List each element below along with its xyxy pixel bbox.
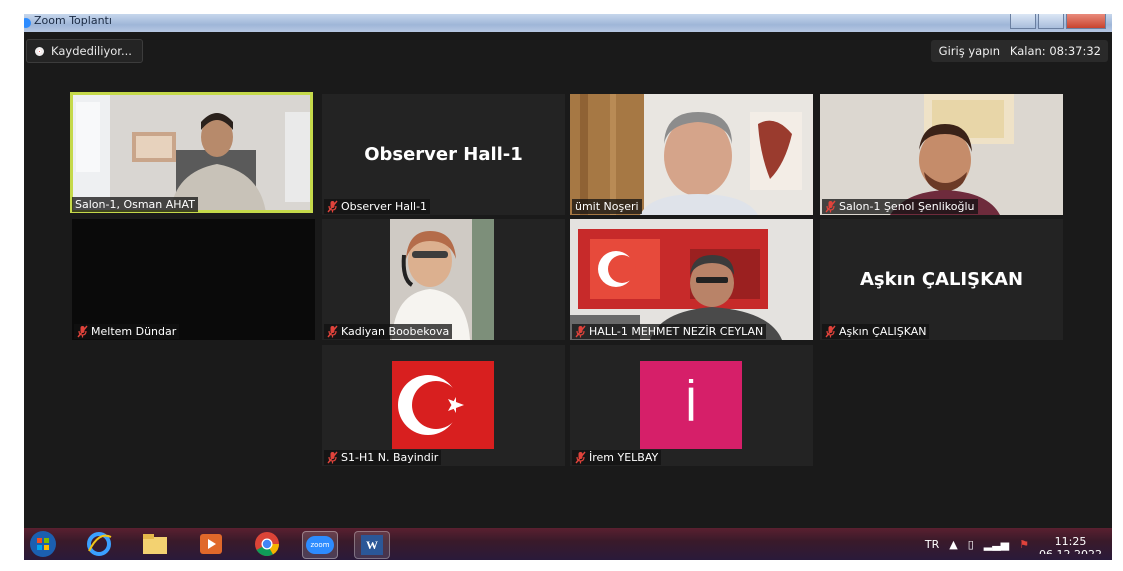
video-tile-umit-noseri[interactable]: ümit Noşeri: [570, 94, 813, 215]
participant-name: Kadiyan Boobekova: [341, 325, 450, 338]
participant-name: Aşkın ÇALIŞKAN: [839, 325, 927, 338]
recording-label: Kaydediliyor...: [51, 44, 132, 58]
meeting-top-bar: Kaydediliyor... Giriş yapın Kalan: 08:37…: [24, 32, 1112, 66]
participant-name: Salon-1, Osman AHAT: [75, 198, 195, 211]
participant-label: Aşkın ÇALIŞKAN: [822, 324, 930, 339]
windows-taskbar: zoom W TR ▲ ▯ ▂▃▅ ⚑ 11:25 06.12.2022: [24, 528, 1112, 560]
mic-muted-icon: [327, 200, 338, 213]
participant-label: HALL-1 MEHMET NEZİR CEYLAN: [572, 324, 767, 339]
video-tile-observer-hall[interactable]: Observer Hall-1 Observer Hall-1: [322, 94, 565, 215]
video-tile-meltem-dundar[interactable]: Meltem Dündar: [72, 219, 315, 340]
word-taskbar-button[interactable]: W: [354, 531, 390, 559]
participant-name: HALL-1 MEHMET NEZİR CEYLAN: [589, 325, 764, 338]
maximize-button[interactable]: [1038, 14, 1064, 29]
word-icon-label: W: [366, 537, 378, 552]
window-controls: [1010, 14, 1106, 30]
start-button[interactable]: [26, 531, 60, 557]
remaining-time: Kalan: 08:37:32: [1002, 40, 1108, 62]
zoom-window: Zoom Toplantı Kaydediliyor... Giriş yapı…: [24, 14, 1112, 560]
participant-name: Salon-1 Şenol Şenlikoğlu: [839, 200, 975, 213]
participant-name: S1-H1 N. Bayindir: [341, 451, 439, 464]
video-tile-kadiyan-boobekova[interactable]: Kadiyan Boobekova: [322, 219, 565, 340]
zoom-icon: zoom: [306, 536, 334, 554]
participant-label: Observer Hall-1: [324, 199, 431, 214]
mic-muted-icon: [825, 325, 836, 338]
turkish-flag-image: [392, 361, 494, 449]
zoom-icon-label: zoom: [310, 541, 330, 549]
participant-label: Meltem Dündar: [74, 324, 180, 339]
participant-label: Kadiyan Boobekova: [324, 324, 453, 339]
flag-error-icon[interactable]: ⚑: [1019, 538, 1029, 551]
video-tile-senol-senlikoglu[interactable]: Salon-1 Şenol Şenlikoğlu: [820, 94, 1063, 215]
mic-muted-icon: [575, 451, 586, 464]
mic-muted-icon: [77, 325, 88, 338]
participant-name: Meltem Dündar: [91, 325, 177, 338]
participant-video: [570, 219, 813, 340]
chrome-icon[interactable]: [250, 531, 284, 557]
participant-video: [70, 92, 313, 213]
zoom-taskbar-button[interactable]: zoom: [302, 531, 338, 559]
participant-display-name: Observer Hall-1: [364, 144, 523, 165]
minimize-button[interactable]: [1010, 14, 1036, 29]
record-dot-icon: [35, 46, 44, 56]
clock[interactable]: 11:25 06.12.2022: [1039, 535, 1102, 554]
participant-name: Observer Hall-1: [341, 200, 428, 213]
media-player-icon[interactable]: [194, 531, 228, 557]
video-tile-mehmet-nezir-ceylan[interactable]: HALL-1 MEHMET NEZİR CEYLAN: [570, 219, 813, 340]
clock-time: 11:25: [1054, 534, 1087, 548]
recording-indicator[interactable]: Kaydediliyor...: [26, 39, 143, 63]
title-bar: Zoom Toplantı: [24, 14, 1112, 32]
language-indicator[interactable]: TR: [925, 538, 939, 551]
system-tray: TR ▲ ▯ ▂▃▅ ⚑ 11:25 06.12.2022: [925, 528, 1102, 560]
participant-label: Salon-1 Şenol Şenlikoğlu: [822, 199, 978, 214]
clock-date: 06.12.2022: [1039, 548, 1102, 554]
zoom-app-icon: [24, 18, 31, 28]
file-explorer-icon[interactable]: [138, 531, 172, 557]
mic-muted-icon: [327, 325, 338, 338]
video-tile-askin-caliskan[interactable]: Aşkın ÇALIŞKAN Aşkın ÇALIŞKAN: [820, 219, 1063, 340]
participant-label: S1-H1 N. Bayindir: [324, 450, 442, 465]
mic-muted-icon: [825, 200, 836, 213]
participant-name: İrem YELBAY: [589, 451, 659, 464]
close-button[interactable]: [1066, 14, 1106, 29]
participant-video: [322, 219, 565, 340]
video-tile-irem-yelbay[interactable]: İ İrem YELBAY: [570, 345, 813, 466]
show-hidden-icons-icon[interactable]: ▲: [949, 538, 957, 551]
video-tile-osman-ahat[interactable]: Salon-1, Osman AHAT: [70, 92, 313, 213]
participant-label: İrem YELBAY: [572, 450, 662, 465]
mic-muted-icon: [327, 451, 338, 464]
word-icon: W: [361, 535, 383, 555]
avatar: İ: [640, 361, 742, 449]
video-tile-n-bayindir[interactable]: S1-H1 N. Bayindir: [322, 345, 565, 466]
signal-icon[interactable]: ▂▃▅: [984, 538, 1009, 551]
avatar-initial: İ: [684, 378, 698, 432]
network-device-icon[interactable]: ▯: [968, 538, 974, 551]
login-button[interactable]: Giriş yapın: [930, 40, 1008, 62]
mic-muted-icon: [575, 325, 586, 338]
participant-label: Salon-1, Osman AHAT: [72, 197, 198, 212]
internet-explorer-icon[interactable]: [82, 531, 116, 557]
participant-video: [820, 94, 1063, 215]
participant-video: [570, 94, 813, 215]
window-title: Zoom Toplantı: [34, 14, 112, 27]
participant-label: ümit Noşeri: [572, 199, 642, 214]
participant-name: ümit Noşeri: [575, 200, 639, 213]
participant-display-name: Aşkın ÇALIŞKAN: [859, 269, 1024, 290]
